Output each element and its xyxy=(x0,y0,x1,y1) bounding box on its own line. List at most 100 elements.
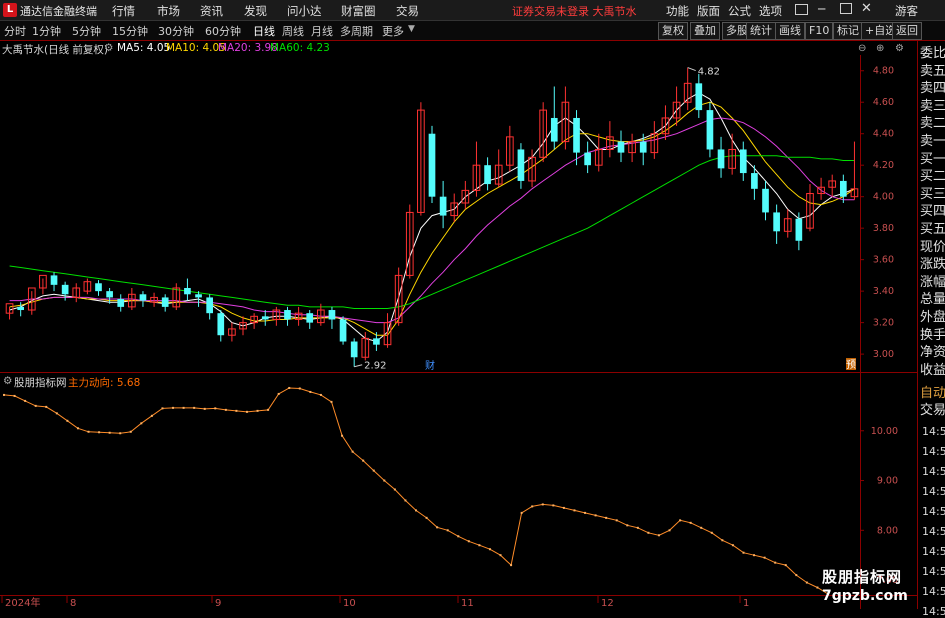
tab-30min[interactable]: 30分钟 xyxy=(158,23,194,39)
tab-60min[interactable]: 60分钟 xyxy=(205,23,241,39)
zhuli-point xyxy=(531,505,534,508)
screen-icon[interactable] xyxy=(795,4,808,15)
candle-body xyxy=(184,287,191,295)
menu-item-xuanxiang[interactable]: 选项 xyxy=(759,3,782,19)
quote-field-label: 总量 xyxy=(920,292,945,308)
zoom-in-icon[interactable]: ⊕ xyxy=(876,43,884,54)
zhuli-point xyxy=(689,521,692,524)
trade-label[interactable]: 交易 xyxy=(920,402,945,419)
zhuli-point xyxy=(129,430,132,433)
login-notice[interactable]: 证券交易未登录 大禹节水 xyxy=(512,3,637,19)
tab-weekly[interactable]: 周线 xyxy=(282,23,304,39)
candle-body xyxy=(639,141,647,153)
indicator-chart[interactable]: 10.009.008.007.002024年 8 9 10 11 12 1 xyxy=(0,373,917,609)
fuquan-button[interactable]: 复权 xyxy=(658,22,688,40)
candle-body xyxy=(17,306,25,311)
price-tick-label: 3.20 xyxy=(873,318,894,329)
event-marker-cai: 财 xyxy=(425,359,435,372)
diejia-button[interactable]: 叠加 xyxy=(690,22,720,40)
ma20-label: MA20: 3.98 xyxy=(218,42,278,54)
candle-body xyxy=(206,297,213,314)
close-icon[interactable]: ✕ xyxy=(861,1,872,16)
zhuli-point xyxy=(774,561,777,564)
candle-body xyxy=(428,133,436,197)
tab-more[interactable]: 更多 xyxy=(382,23,404,39)
huaxian-button[interactable]: 画线 xyxy=(775,22,805,40)
settings-icon[interactable]: ⚙ xyxy=(895,43,904,54)
chevron-down-icon[interactable]: ▼ xyxy=(408,24,415,34)
quote-field-label: 买四 xyxy=(920,204,945,220)
zoom-out-icon[interactable]: ⊖ xyxy=(858,43,866,54)
menu-item-caifuquan[interactable]: 财富圈 xyxy=(341,3,376,19)
f10-button[interactable]: F10 xyxy=(805,22,834,40)
zhuli-point xyxy=(87,430,90,433)
quote-field-label: 卖三 xyxy=(920,98,945,114)
minimize-icon[interactable]: ─ xyxy=(818,2,825,16)
zhuli-point xyxy=(425,516,428,519)
menu-item-zixun[interactable]: 资讯 xyxy=(200,3,223,19)
zhuli-point xyxy=(805,581,808,584)
menu-item-gongneng[interactable]: 功能 xyxy=(666,3,689,19)
menu-item-hangqing[interactable]: 行情 xyxy=(112,3,135,19)
trade-time: 14:5 xyxy=(922,525,945,538)
price-tick-label: 3.00 xyxy=(873,349,894,360)
quote-field-label: 卖一 xyxy=(920,134,945,149)
candle-body xyxy=(795,218,803,241)
zhuli-point xyxy=(319,393,322,396)
quote-field-label: 卖二 xyxy=(920,116,945,132)
tab-multi-period[interactable]: 多周期 xyxy=(340,23,373,39)
tab-1min[interactable]: 1分钟 xyxy=(32,23,61,39)
menu-item-shichang[interactable]: 市场 xyxy=(157,3,180,19)
tab-15min[interactable]: 15分钟 xyxy=(112,23,148,39)
watermark-line2: 7gpzb.com xyxy=(822,588,908,604)
biaoji-button[interactable]: 标记 xyxy=(833,22,863,40)
quote-field-label: 净资 xyxy=(920,345,945,361)
zhuli-point xyxy=(214,407,217,410)
trade-time: 14:5 xyxy=(922,545,945,558)
zhuli-point xyxy=(193,406,196,409)
zhuli-point xyxy=(277,392,280,395)
tab-monthly[interactable]: 月线 xyxy=(311,23,333,39)
zhuli-point xyxy=(383,479,386,482)
time-tick-label: 8 xyxy=(70,598,76,609)
zhuli-point xyxy=(45,405,48,408)
menu-item-wenxiaoda[interactable]: 问小达 xyxy=(287,3,322,19)
candle-body xyxy=(617,141,625,153)
menu-item-jiaoyi[interactable]: 交易 xyxy=(396,3,419,19)
menu-item-banmian[interactable]: 版面 xyxy=(697,3,720,19)
back-button[interactable]: 返回 xyxy=(892,22,922,40)
candle-body xyxy=(306,313,314,323)
candle-body xyxy=(95,283,102,292)
quote-field-label: 卖四 xyxy=(920,81,945,97)
zhuli-point xyxy=(140,422,143,425)
tongji-button[interactable]: 统计 xyxy=(746,22,776,40)
candle-body xyxy=(217,313,225,336)
menu-item-faxian[interactable]: 发现 xyxy=(244,3,267,19)
trade-time: 14:5 xyxy=(922,585,945,598)
zhuli-point xyxy=(309,390,312,393)
tab-daily[interactable]: 日线 xyxy=(253,23,275,39)
tab-5min[interactable]: 5分钟 xyxy=(72,23,101,39)
quote-field-label: 外盘 xyxy=(920,310,945,325)
zhuli-point xyxy=(161,407,164,410)
candle-body xyxy=(695,83,703,111)
zhuli-point xyxy=(552,504,555,507)
price-tick-label: 3.80 xyxy=(873,223,894,234)
zhuli-point xyxy=(499,554,502,557)
kline-chart[interactable]: 4.80 4.60 4.40 4.20 4.00 3.80 3.60 3.40 3.20 3.00… xyxy=(0,55,917,373)
zhuli-point xyxy=(372,469,375,472)
menu-item-gongshi[interactable]: 公式 xyxy=(728,3,751,19)
zhuli-point xyxy=(753,554,756,557)
user-label[interactable]: 游客 xyxy=(895,3,918,19)
time-tick-label: 12 xyxy=(601,598,614,609)
maximize-icon[interactable] xyxy=(840,3,852,14)
auto-mode-label[interactable]: 自动 xyxy=(920,385,945,402)
trade-time: 14:5 xyxy=(922,465,945,478)
settings-gear-icon[interactable]: ⚙ xyxy=(104,42,113,54)
zhuli-point xyxy=(520,511,523,514)
zhuli-point xyxy=(404,499,407,502)
zhuli-point xyxy=(267,408,270,411)
tab-fenshi[interactable]: 分时 xyxy=(4,23,26,39)
zhuli-point xyxy=(510,564,513,567)
zhuli-point xyxy=(119,432,122,435)
